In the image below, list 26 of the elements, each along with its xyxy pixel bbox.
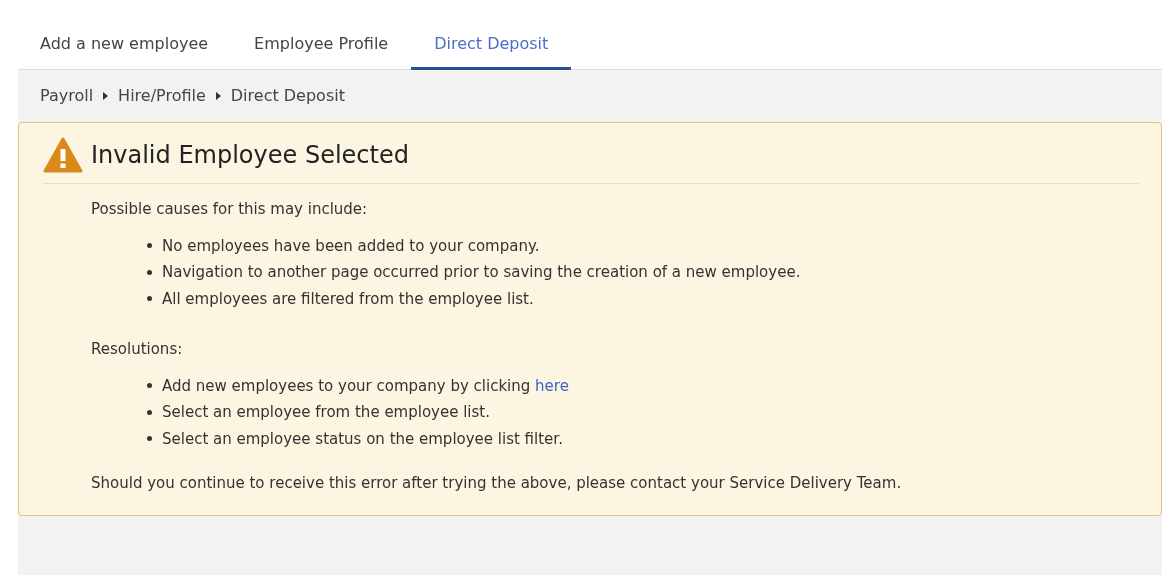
tab[interactable]: Add a new employee [40,20,232,70]
list-item-text: All employees are filtered from the employee list. [162,288,534,310]
bullet-icon [147,243,152,249]
caret-icon [103,92,109,100]
bullet-icon [147,409,152,415]
here-link[interactable]: here [535,376,569,395]
bullet-icon [147,436,152,442]
warning-icon [43,137,83,173]
breadcrumb-item[interactable]: Payroll [40,84,94,108]
list-item-text: Select an employee from the employee list. [162,402,490,423]
caret-icon [215,92,221,100]
alert-title: Invalid Employee Selected [91,140,409,171]
list-item-text: Select an employee status on the employee list filter. [162,428,563,450]
causes-heading: Possible causes for this may include: [91,199,369,220]
list-item-text: Navigation to another page occurred prior to saving the creation of a new employee. [162,262,801,283]
list-item-text: Add new employees to your company by clicking here [162,375,569,397]
tab[interactable]: Employee Profile [231,20,412,70]
resolutions-heading: Resolutions: [91,339,184,360]
breadcrumb-item: Direct Deposit [230,85,345,107]
bullet-icon [147,296,152,302]
bullet-icon [147,383,152,389]
tab[interactable]: Direct Deposit [411,20,572,70]
help-message: Should you continue to receive this error after trying the above, please contact your Service Delivery Team. [91,473,903,494]
bullet-icon [147,269,152,275]
list-item-text: No employees have been added to your company. [162,235,540,257]
breadcrumb-item[interactable]: Hire/Profile [118,84,206,108]
